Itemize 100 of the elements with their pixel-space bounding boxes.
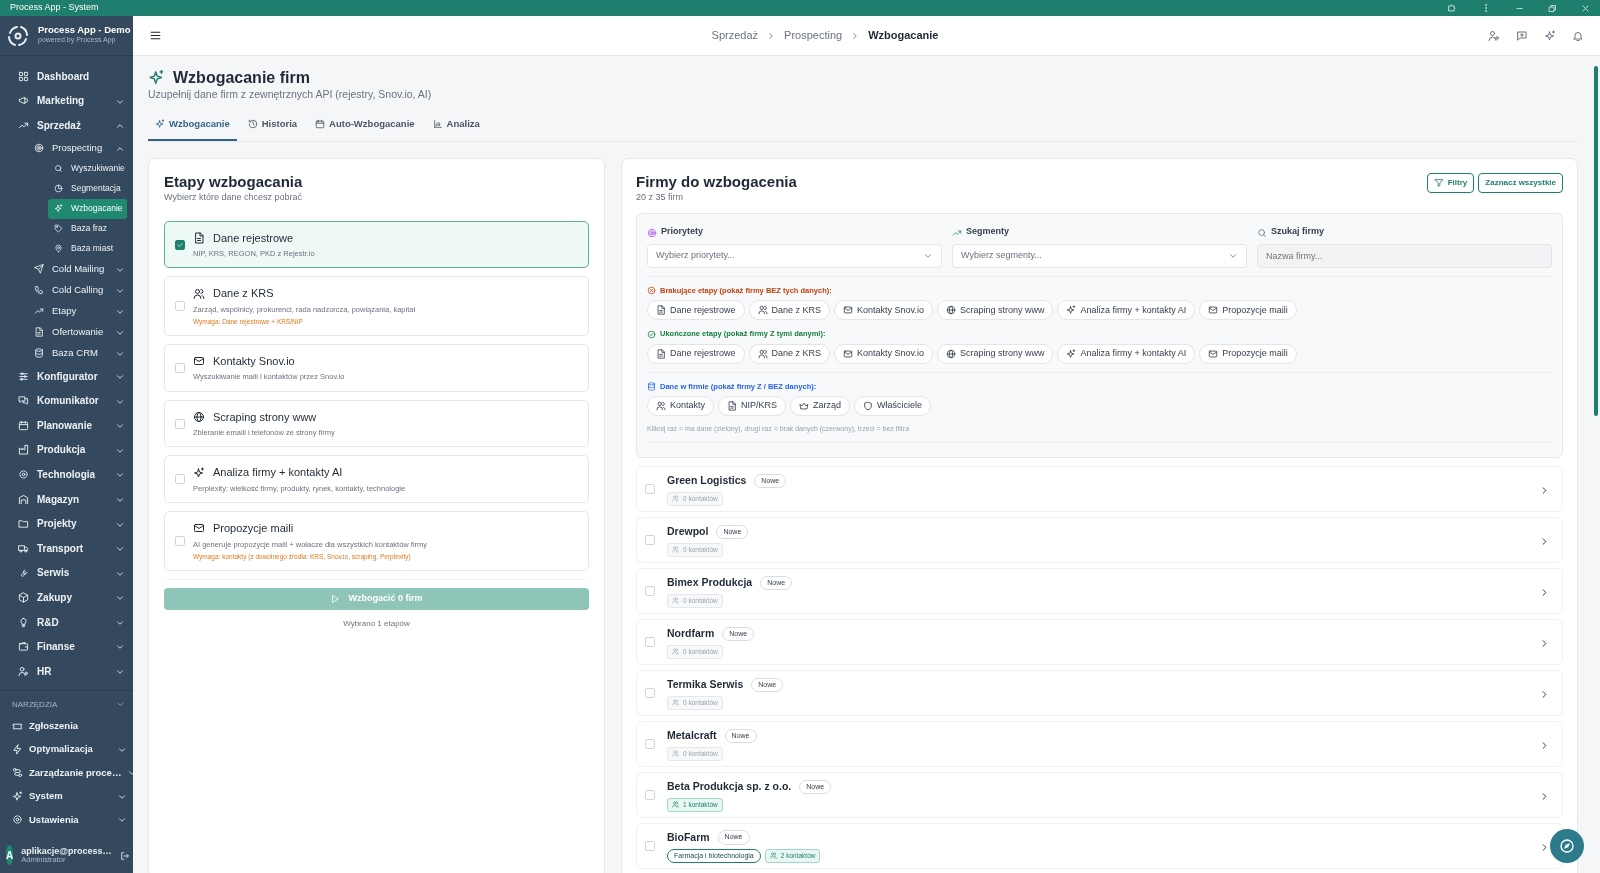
filter-label: Priorytety [661,225,704,239]
calendar-icon [18,419,29,431]
close-icon [1581,3,1590,13]
users-icon [672,801,679,809]
doc-icon [727,400,738,411]
database-icon [647,381,656,391]
sparkle-icon [193,466,205,479]
sparkle-icon [1544,29,1556,42]
stage-title: Propozycje maili [213,521,294,537]
search-icon [1257,227,1267,238]
nav-item[interactable]: Serwis [0,560,133,586]
nav-item[interactable]: Baza miast [48,238,127,259]
logo-icon [6,23,30,48]
nav-item[interactable]: Ofertowanie [0,321,133,343]
nav-item[interactable]: Planowanie [0,412,133,438]
nav-item[interactable]: Cold Mailing [0,258,133,280]
users-icon [193,287,205,300]
user-settings-icon [1488,29,1500,42]
filter-chip[interactable]: Scraping strony www [936,343,1054,364]
nav-item[interactable]: Prospecting [0,137,133,159]
nav-item[interactable]: Konfigurator [0,363,133,389]
stage-title: Scraping strony www [213,409,317,425]
sparkle-icon [148,69,165,87]
dropdown[interactable]: Wybierz priorytety... [647,244,942,269]
nav-item[interactable]: Zarządzanie proce… [0,761,133,785]
message-plus-icon [1516,29,1528,42]
nav-item[interactable]: Magazyn [0,486,133,512]
flow-icon [12,767,23,779]
dropdown[interactable]: Wybierz segmenty... [952,244,1247,269]
nav-item[interactable]: Wyszukiwanie [48,158,127,179]
filter-chip[interactable]: Scraping strony www [936,300,1054,321]
filter-chip[interactable]: Dane rejestrowe [647,300,745,321]
nav-item[interactable]: Ustawienia [0,808,133,832]
app-title: Process App - Demo [38,25,131,36]
tab[interactable]: Analiza [425,110,487,142]
tab[interactable]: Historia [240,110,305,142]
nav-item[interactable]: Sprzedaż [0,113,133,138]
doc-icon [656,348,666,359]
filter-chip[interactable]: NIP/KRS [718,395,787,416]
filter-chip[interactable]: Właściciele [854,395,932,416]
nav-item[interactable]: Technologia [0,462,133,487]
filter-label: Segmenty [966,225,1009,239]
users-icon [672,495,679,503]
nav-item[interactable]: Marketing [0,88,133,114]
selection-count: Wybrano 1 etapów [342,617,411,630]
filter-button[interactable]: Filtry [1426,173,1475,194]
breadcrumb[interactable]: Prospecting [784,27,843,44]
filter-chip[interactable]: Dane z KRS [748,343,831,364]
mail-icon [843,348,854,359]
nav-item[interactable]: Baza CRM [0,342,133,364]
send-icon [34,264,44,275]
filter-chip[interactable]: Kontakty [647,395,715,416]
nav-item[interactable]: Segmentacja [48,178,127,199]
users-icon [656,400,666,411]
tab[interactable]: Auto-Wzbogacanie [308,110,422,142]
nav-item[interactable]: Baza fraz [48,218,127,239]
nav-item[interactable]: Komunikator [0,388,133,413]
nav-item[interactable]: Transport [0,535,133,561]
filter-chip[interactable]: Kontakty Snov.io [834,343,933,364]
filter-chip[interactable]: Zarząd [790,395,851,416]
filter-chip[interactable]: Analiza firmy + kontakty AI [1057,300,1196,321]
breadcrumb[interactable]: Sprzedaż [711,27,759,44]
filter-chip[interactable]: Propozycje maili [1199,300,1297,321]
nav-item[interactable]: System [0,784,133,809]
target-icon [647,227,657,238]
filter-chip[interactable]: Kontakty Snov.io [834,300,933,321]
filter-chip[interactable]: Dane rejestrowe [647,343,745,364]
mail-icon [1208,348,1219,359]
nav-item[interactable]: Cold Calling [0,279,133,301]
folder-icon [18,518,29,530]
nav-item[interactable]: Dashboard [0,64,133,89]
filter-chip[interactable]: Dane z KRS [748,300,831,321]
crown-icon [799,400,810,411]
nav-item[interactable]: Optymalizacja [0,737,133,762]
check-circle-icon [647,329,656,339]
x-circle-icon [647,286,656,296]
sparkle-icon [1066,348,1077,359]
nav-item[interactable]: R&D [0,609,133,635]
nav-item[interactable]: Wzbogacanie [48,198,127,219]
search-field[interactable]: Nazwa firmy... [1257,244,1552,269]
nav-item[interactable]: HR [0,658,133,684]
nav-item[interactable]: Projekty [0,511,133,536]
users-icon [769,852,777,860]
tab[interactable]: Wzbogacanie [148,110,237,142]
nav-item[interactable]: Zgłoszenia [0,714,133,738]
users-icon [672,648,679,656]
calendar-icon [315,119,326,130]
nav-item[interactable]: Finanse [0,634,133,659]
nav-item[interactable]: Produkcja [0,437,133,463]
restore-icon [1548,3,1557,13]
company-name: Drewpol [667,524,709,540]
filter-chip[interactable]: Propozycje maili [1199,343,1297,364]
search-icon [54,164,63,174]
page-subtitle: Uzupełnij dane firm z zewnętrznych API (rejestry, Snov.io, AI) [148,87,433,103]
checkbox[interactable] [175,239,185,250]
nav-item[interactable]: Zakupy [0,585,133,610]
select-all-button[interactable]: Zaznacz wszystkie [1478,173,1563,194]
nav-item[interactable]: Etapy [0,300,133,322]
filter-chip[interactable]: Analiza firmy + kontakty AI [1057,343,1196,364]
cube-icon [18,591,29,603]
